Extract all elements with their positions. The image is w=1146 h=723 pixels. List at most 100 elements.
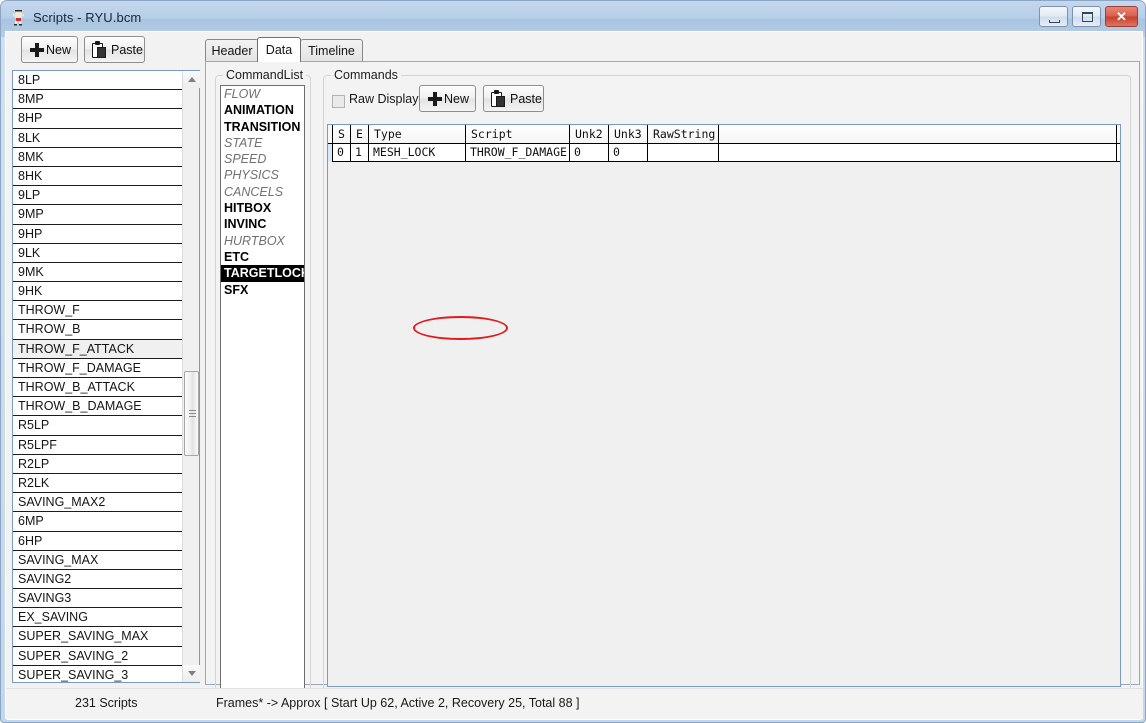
- list-item[interactable]: 9LK: [13, 244, 182, 263]
- command-list-item-invinc[interactable]: INVINC: [221, 216, 304, 232]
- column-header-rawstring[interactable]: RawString: [648, 125, 719, 143]
- scroll-down-arrow-icon[interactable]: [183, 665, 200, 682]
- command-list-item-hurtbox[interactable]: HURTBOX: [221, 233, 304, 249]
- list-item[interactable]: 8LK: [13, 129, 182, 148]
- list-item[interactable]: 8LP: [13, 71, 182, 90]
- list-item[interactable]: SAVING_MAX: [13, 551, 182, 570]
- command-list-item-flow[interactable]: FLOW: [221, 86, 304, 102]
- list-item[interactable]: 9MP: [13, 205, 182, 224]
- tab-header-label: Header: [212, 44, 253, 58]
- list-item[interactable]: SAVING_MAX2: [13, 493, 182, 512]
- command-list-item-sfx[interactable]: SFX: [221, 282, 304, 298]
- application-window: Scripts - RYU.bcm ✕ New Paste 8LP8MP8HP8…: [0, 0, 1146, 723]
- command-list-item-physics[interactable]: PHYSICS: [221, 167, 304, 183]
- new-command-label: New: [444, 92, 469, 106]
- client-area: New Paste 8LP8MP8HP8LK8MK8HK9LP9MP9HP9LK…: [5, 31, 1143, 720]
- list-item[interactable]: 9HP: [13, 225, 182, 244]
- tab-timeline-label: Timeline: [308, 44, 355, 58]
- table-cell[interactable]: [719, 144, 1117, 161]
- command-list-item-hitbox[interactable]: HITBOX: [221, 200, 304, 216]
- list-item[interactable]: 8MK: [13, 148, 182, 167]
- list-item[interactable]: R2LK: [13, 474, 182, 493]
- list-item[interactable]: SUPER_SAVING_2: [13, 647, 182, 666]
- list-item[interactable]: 9HK: [13, 282, 182, 301]
- commands-grid[interactable]: SETypeScriptUnk2Unk3RawString 01MESH_LOC…: [327, 124, 1121, 687]
- list-item[interactable]: 6MP: [13, 512, 182, 531]
- command-list-item-speed[interactable]: SPEED: [221, 151, 304, 167]
- column-header-blank[interactable]: [719, 125, 1117, 143]
- minimize-button[interactable]: [1039, 6, 1068, 27]
- status-bar: 231 Scripts Frames* -> Approx [ Start Up…: [7, 688, 1143, 719]
- tab-data[interactable]: Data: [257, 37, 301, 62]
- tab-header[interactable]: Header: [205, 39, 259, 61]
- command-list-groupbox: CommandList FLOWANIMATIONTRANSITIONSTATE…: [215, 68, 311, 700]
- tab-strip: Header Data Timeline: [205, 37, 1140, 61]
- command-list-item-cancels[interactable]: CANCELS: [221, 184, 304, 200]
- tab-page-data: CommandList FLOWANIMATIONTRANSITIONSTATE…: [205, 61, 1140, 685]
- paste-command-label: Paste: [510, 92, 542, 106]
- list-item[interactable]: THROW_B_DAMAGE: [13, 397, 182, 416]
- list-item[interactable]: R5LPF: [13, 436, 182, 455]
- column-header-unk2[interactable]: Unk2: [570, 125, 609, 143]
- commands-groupbox: Commands Raw Display? New Paste SETypeSc…: [323, 68, 1131, 700]
- command-list-item-state[interactable]: STATE: [221, 135, 304, 151]
- list-item[interactable]: SUPER_SAVING_3: [13, 666, 182, 682]
- command-list-item-animation[interactable]: ANIMATION: [221, 102, 304, 118]
- close-icon: ✕: [1106, 7, 1137, 26]
- list-item[interactable]: 8MP: [13, 90, 182, 109]
- command-list-item-targetlock[interactable]: TARGETLOCK: [221, 265, 304, 281]
- grid-empty-area: [328, 162, 1120, 686]
- paste-script-label: Paste: [111, 43, 143, 57]
- raw-display-checkbox[interactable]: [332, 95, 345, 108]
- list-item[interactable]: R5LP: [13, 416, 182, 435]
- new-script-button[interactable]: New: [21, 36, 78, 63]
- command-list-item-etc[interactable]: ETC: [221, 249, 304, 265]
- tab-timeline[interactable]: Timeline: [300, 39, 363, 61]
- maximize-icon: [1082, 12, 1093, 22]
- list-item[interactable]: 8HK: [13, 167, 182, 186]
- column-header-script[interactable]: Script: [466, 125, 570, 143]
- list-item[interactable]: THROW_B: [13, 320, 182, 339]
- column-header-s[interactable]: S: [333, 125, 351, 143]
- table-cell[interactable]: [648, 144, 719, 161]
- script-list[interactable]: 8LP8MP8HP8LK8MK8HK9LP9MP9HP9LK9MK9HKTHRO…: [13, 71, 182, 682]
- list-item[interactable]: 9MK: [13, 263, 182, 282]
- table-cell[interactable]: 0: [570, 144, 609, 161]
- table-cell[interactable]: 0: [333, 144, 351, 161]
- list-item[interactable]: 6HP: [13, 532, 182, 551]
- column-header-type[interactable]: Type: [369, 125, 466, 143]
- paste-script-button[interactable]: Paste: [84, 36, 145, 63]
- list-item[interactable]: R2LP: [13, 455, 182, 474]
- paste-command-button[interactable]: Paste: [483, 85, 544, 112]
- commands-title: Commands: [331, 68, 401, 82]
- table-cell[interactable]: MESH_LOCK: [369, 144, 466, 161]
- raw-display-label: Raw Display?: [349, 92, 425, 106]
- list-item[interactable]: THROW_B_ATTACK: [13, 378, 182, 397]
- list-item[interactable]: 9LP: [13, 186, 182, 205]
- scroll-up-arrow-icon[interactable]: [183, 71, 200, 88]
- list-item[interactable]: THROW_F: [13, 301, 182, 320]
- table-cell[interactable]: 1: [351, 144, 369, 161]
- command-list-title: CommandList: [223, 68, 306, 82]
- scrollbar-thumb[interactable]: [184, 371, 199, 456]
- table-row[interactable]: 01MESH_LOCKTHROW_F_DAMAGE00: [328, 144, 1120, 162]
- list-item[interactable]: SAVING3: [13, 589, 182, 608]
- close-button[interactable]: ✕: [1105, 6, 1138, 27]
- list-item[interactable]: SAVING2: [13, 570, 182, 589]
- script-list-scrollbar[interactable]: [182, 71, 199, 682]
- column-header-e[interactable]: E: [351, 125, 369, 143]
- list-item[interactable]: EX_SAVING: [13, 608, 182, 627]
- list-item[interactable]: THROW_F_ATTACK: [13, 340, 182, 359]
- command-list[interactable]: FLOWANIMATIONTRANSITIONSTATESPEEDPHYSICS…: [220, 85, 305, 693]
- list-item[interactable]: SUPER_SAVING_MAX: [13, 627, 182, 646]
- column-header-unk3[interactable]: Unk3: [609, 125, 648, 143]
- list-item[interactable]: THROW_F_DAMAGE: [13, 359, 182, 378]
- list-item[interactable]: 8HP: [13, 109, 182, 128]
- maximize-button[interactable]: [1072, 6, 1101, 27]
- command-list-item-transition[interactable]: TRANSITION: [221, 119, 304, 135]
- frame-info-label: Frames* -> Approx [ Start Up 62, Active …: [216, 696, 579, 710]
- table-cell[interactable]: THROW_F_DAMAGE: [466, 144, 570, 161]
- table-cell[interactable]: 0: [609, 144, 648, 161]
- new-command-button[interactable]: New: [419, 85, 476, 112]
- plus-icon: [29, 42, 45, 58]
